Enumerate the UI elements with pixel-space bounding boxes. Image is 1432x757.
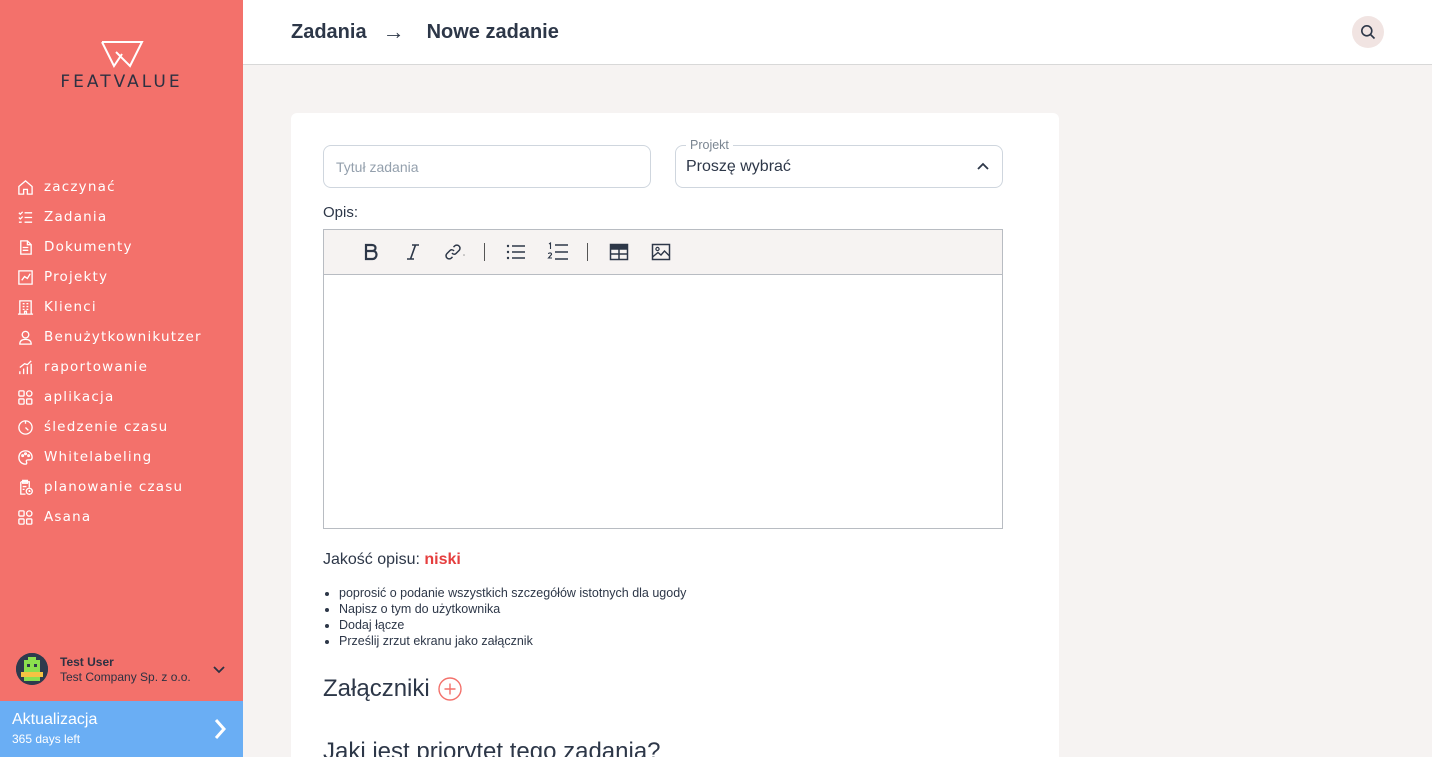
toolbar-divider: [484, 243, 485, 261]
avatar: [16, 653, 48, 685]
chevron-right-icon: [214, 719, 227, 739]
projects-icon: [16, 268, 34, 286]
sidebar-item-label: Zadania: [44, 209, 108, 225]
sidebar: FEATVALUE zaczynać Zadania Dokumenty Pro…: [0, 0, 243, 757]
sidebar-item-projects[interactable]: Projekty: [16, 262, 202, 292]
project-select-label: Projekt: [686, 138, 733, 152]
list-item: Napisz o tym do użytkownika: [339, 601, 686, 617]
chevron-down-icon[interactable]: [212, 662, 226, 676]
numbered-list-button[interactable]: [545, 239, 571, 265]
bold-icon: [364, 243, 378, 261]
attachments-title: Załączniki: [323, 675, 430, 702]
attachments-section: Załączniki: [323, 675, 462, 703]
brand-logo[interactable]: FEATVALUE: [0, 40, 243, 92]
numbered-list-icon: [547, 242, 568, 260]
upgrade-title: Aktualizacja: [12, 711, 98, 728]
quality-value: niski: [424, 551, 461, 568]
user-company: Test Company Sp. z o.o.: [60, 669, 191, 684]
sidebar-item-label: Asana: [44, 509, 92, 525]
description-quality: Jakość opisu: niski: [323, 551, 461, 569]
sidebar-item-label: planowanie czasu: [44, 479, 184, 495]
link-button[interactable]: [442, 239, 468, 265]
list-item: Dodaj łącze: [339, 617, 686, 633]
search-icon: [1361, 25, 1376, 40]
list-item: Prześlij zrzut ekranu jako załącznik: [339, 633, 686, 649]
sidebar-nav: zaczynać Zadania Dokumenty Projekty Klie…: [16, 172, 202, 532]
sidebar-item-start[interactable]: zaczynać: [16, 172, 202, 202]
description-editor: [323, 229, 1003, 529]
quality-tips-list: poprosić o podanie wszystkich szczegółów…: [339, 585, 686, 649]
documents-icon: [16, 238, 34, 256]
project-select[interactable]: Projekt Proszę wybrać: [675, 138, 1003, 188]
user-icon: [16, 328, 34, 346]
quality-label: Jakość opisu:: [323, 551, 420, 568]
image-icon: [651, 243, 671, 261]
table-icon: [609, 243, 629, 261]
sidebar-item-users[interactable]: Benużytkownikutzer: [16, 322, 202, 352]
priority-title: Jaki jest priorytet tego zadania?: [323, 738, 661, 757]
sidebar-item-label: Whitelabeling: [44, 449, 153, 465]
apps-icon: [16, 508, 34, 526]
bullet-list-button[interactable]: [503, 239, 529, 265]
sidebar-item-planning[interactable]: planowanie czasu: [16, 472, 202, 502]
italic-button[interactable]: [400, 239, 426, 265]
page-title: Nowe zadanie: [426, 20, 559, 43]
task-title-input[interactable]: [323, 145, 651, 188]
tasks-icon: [16, 208, 34, 226]
list-item: poprosić o podanie wszystkich szczegółów…: [339, 585, 686, 601]
sidebar-item-whitelabeling[interactable]: Whitelabeling: [16, 442, 202, 472]
sidebar-item-documents[interactable]: Dokumenty: [16, 232, 202, 262]
task-form-card: Projekt Proszę wybrać Opis:: [291, 113, 1059, 757]
timer-icon: [16, 418, 34, 436]
bullet-list-icon: [506, 244, 525, 260]
breadcrumb-arrow-icon: →: [382, 19, 405, 44]
reporting-icon: [16, 358, 34, 376]
sidebar-item-asana[interactable]: Asana: [16, 502, 202, 532]
sidebar-item-label: Klienci: [44, 299, 97, 315]
logo-mark-icon: [100, 41, 144, 68]
upgrade-days-left: 365 days left: [12, 732, 81, 746]
link-icon: [445, 244, 465, 260]
upgrade-banner[interactable]: Aktualizacja 365 days left: [0, 701, 243, 757]
palette-icon: [16, 448, 34, 466]
clients-icon: [16, 298, 34, 316]
user-name: Test User: [60, 654, 114, 669]
sidebar-item-time-tracking[interactable]: śledzenie czasu: [16, 412, 202, 442]
description-label: Opis:: [323, 204, 359, 221]
toolbar-divider: [587, 243, 588, 261]
sidebar-item-tasks[interactable]: Zadania: [16, 202, 202, 232]
table-button[interactable]: [606, 239, 632, 265]
sidebar-item-label: śledzenie czasu: [44, 419, 169, 435]
home-icon: [16, 178, 34, 196]
sidebar-item-reporting[interactable]: raportowanie: [16, 352, 202, 382]
apps-icon: [16, 388, 34, 406]
sidebar-item-clients[interactable]: Klienci: [16, 292, 202, 322]
breadcrumb-parent[interactable]: Zadania: [291, 21, 367, 44]
add-attachment-icon[interactable]: [438, 677, 462, 701]
user-menu[interactable]: Test User Test Company Sp. z o.o.: [16, 652, 226, 686]
description-textarea[interactable]: [324, 275, 1002, 528]
project-select-value: Proszę wybrać: [686, 158, 791, 175]
image-button[interactable]: [648, 239, 674, 265]
sidebar-item-apps[interactable]: aplikacja: [16, 382, 202, 412]
brand-name: FEATVALUE: [60, 72, 183, 92]
bold-button[interactable]: [358, 239, 384, 265]
breadcrumb: Zadania → Nowe zadanie: [291, 19, 559, 45]
editor-toolbar: [324, 230, 1002, 275]
search-button[interactable]: [1352, 16, 1384, 48]
sidebar-item-label: zaczynać: [44, 179, 116, 195]
italic-icon: [407, 244, 419, 260]
sidebar-item-label: Projekty: [44, 269, 109, 285]
sidebar-item-label: aplikacja: [44, 389, 115, 405]
top-header: Zadania → Nowe zadanie: [243, 0, 1432, 65]
sidebar-item-label: raportowanie: [44, 359, 149, 375]
sidebar-item-label: Dokumenty: [44, 239, 133, 255]
planning-icon: [16, 478, 34, 496]
sidebar-item-label: Benużytkownikutzer: [44, 329, 202, 345]
chevron-up-icon: [977, 162, 989, 170]
